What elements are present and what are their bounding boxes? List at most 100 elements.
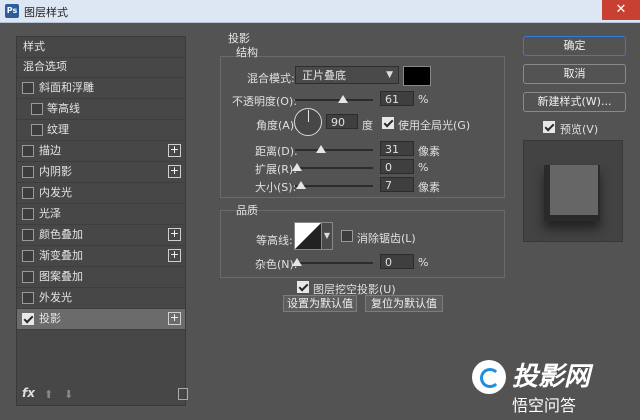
- sidebar-item-inner-glow[interactable]: 内发光: [17, 183, 185, 204]
- distance-slider-track[interactable]: [295, 149, 373, 151]
- noise-unit: %: [418, 256, 429, 269]
- blend-mode-value: 正片叠底: [302, 69, 346, 82]
- sidebar-item-color-overlay[interactable]: 颜色叠加 +: [17, 225, 185, 246]
- inner-glow-checkbox[interactable]: [22, 187, 34, 199]
- fx-menu-button[interactable]: fx: [22, 386, 35, 400]
- size-label: 大小(S):: [255, 181, 297, 194]
- sidebar-item-label: 混合选项: [23, 60, 67, 73]
- size-slider-thumb[interactable]: [296, 181, 306, 189]
- blend-mode-label: 混合模式:: [247, 72, 295, 85]
- spread-label: 扩展(R):: [255, 163, 297, 176]
- sidebar-item-label: 内阴影: [39, 165, 72, 178]
- texture-checkbox[interactable]: [31, 124, 43, 136]
- new-style-button[interactable]: 新建样式(W)...: [523, 92, 626, 112]
- contour-preview[interactable]: [294, 222, 322, 250]
- opacity-slider-track[interactable]: [295, 99, 373, 101]
- opacity-label: 不透明度(O):: [232, 95, 297, 108]
- sidebar-item-styles[interactable]: 样式: [17, 37, 185, 58]
- sidebar-item-stroke[interactable]: 描边 +: [17, 141, 185, 162]
- spread-input[interactable]: 0: [380, 159, 414, 174]
- watermark: 投影网 悟空问答: [468, 352, 638, 418]
- add-drop-shadow-icon[interactable]: +: [168, 312, 181, 325]
- distance-unit: 像素: [418, 145, 440, 158]
- sidebar-item-pattern-overlay[interactable]: 图案叠加: [17, 267, 185, 288]
- reset-default-button[interactable]: 复位为默认值: [365, 295, 443, 312]
- contour-checkbox[interactable]: [31, 103, 43, 115]
- angle-dial[interactable]: [294, 108, 322, 136]
- watermark-line2: 悟空问答: [512, 396, 577, 415]
- angle-indicator: [308, 110, 309, 122]
- watermark-line1: 投影网: [512, 362, 591, 392]
- sidebar-item-outer-glow[interactable]: 外发光: [17, 288, 185, 309]
- stroke-checkbox[interactable]: [22, 145, 34, 157]
- noise-slider-thumb[interactable]: [292, 258, 302, 266]
- opacity-unit: %: [418, 93, 429, 106]
- global-light-checkbox[interactable]: [382, 117, 394, 129]
- opacity-slider-thumb[interactable]: [337, 95, 348, 103]
- title-bar: Ps 图层样式 ✕: [0, 0, 640, 23]
- noise-input[interactable]: 0: [380, 254, 414, 269]
- spread-unit: %: [418, 161, 429, 174]
- quality-title: 品质: [236, 204, 258, 217]
- shadow-color-swatch[interactable]: [403, 66, 431, 86]
- add-stroke-icon[interactable]: +: [168, 144, 181, 157]
- sidebar-item-blending-options[interactable]: 混合选项: [17, 57, 185, 78]
- app-icon: Ps: [5, 4, 19, 18]
- add-inner-shadow-icon[interactable]: +: [168, 165, 181, 178]
- style-preview-thumbnail: [523, 140, 623, 242]
- antialias-checkbox[interactable]: [341, 230, 353, 242]
- contour-curve-icon: [295, 223, 321, 249]
- angle-unit: 度: [362, 119, 373, 132]
- gradient-overlay-checkbox[interactable]: [22, 250, 34, 262]
- preview-square: [550, 165, 598, 215]
- bevel-emboss-checkbox[interactable]: [22, 82, 34, 94]
- satin-checkbox[interactable]: [22, 208, 34, 220]
- color-overlay-checkbox[interactable]: [22, 229, 34, 241]
- add-color-overlay-icon[interactable]: +: [168, 228, 181, 241]
- sidebar-item-inner-shadow[interactable]: 内阴影 +: [17, 162, 185, 183]
- contour-label: 等高线:: [256, 234, 293, 247]
- cancel-button[interactable]: 取消: [523, 64, 626, 84]
- structure-title: 结构: [236, 46, 258, 59]
- pattern-overlay-checkbox[interactable]: [22, 271, 34, 283]
- noise-slider-track[interactable]: [295, 262, 373, 264]
- sidebar-item-texture[interactable]: 纹理: [17, 120, 185, 141]
- antialias-label: 消除锯齿(L): [357, 232, 416, 245]
- sidebar-item-label: 外发光: [39, 291, 72, 304]
- preview-checkbox[interactable]: [543, 121, 555, 133]
- outer-glow-checkbox[interactable]: [22, 292, 34, 304]
- add-gradient-overlay-icon[interactable]: +: [168, 249, 181, 262]
- sidebar-item-label: 描边: [39, 144, 61, 157]
- close-button[interactable]: ✕: [602, 0, 640, 20]
- ok-button[interactable]: 确定: [523, 36, 626, 56]
- sidebar-item-satin[interactable]: 光泽: [17, 204, 185, 225]
- sidebar-item-bevel-emboss[interactable]: 斜面和浮雕: [17, 78, 185, 99]
- distance-label: 距离(D):: [255, 145, 298, 158]
- move-down-icon[interactable]: ⬇: [64, 388, 73, 401]
- knockout-checkbox[interactable]: [297, 281, 309, 293]
- trash-icon[interactable]: [178, 388, 188, 400]
- angle-input[interactable]: 90: [326, 114, 358, 129]
- blend-mode-select[interactable]: 正片叠底 ▼: [295, 66, 399, 84]
- sidebar-item-label: 内发光: [39, 186, 72, 199]
- make-default-button[interactable]: 设置为默认值: [283, 295, 357, 312]
- move-up-icon[interactable]: ⬆: [44, 388, 53, 401]
- distance-input[interactable]: 31: [380, 141, 414, 156]
- sidebar-item-label: 斜面和浮雕: [39, 81, 94, 94]
- contour-dropdown-button[interactable]: ▼: [321, 222, 333, 250]
- spread-slider-track[interactable]: [295, 167, 373, 169]
- angle-label: 角度(A):: [256, 119, 298, 132]
- opacity-input[interactable]: 61: [380, 91, 414, 106]
- size-slider-track[interactable]: [295, 185, 373, 187]
- sidebar-item-gradient-overlay[interactable]: 渐变叠加 +: [17, 246, 185, 267]
- size-input[interactable]: 7: [380, 177, 414, 192]
- style-list-panel: 样式 混合选项 斜面和浮雕 等高线 纹理 描边 + 内阴影 + 内发光 光泽 颜…: [16, 36, 186, 406]
- inner-shadow-checkbox[interactable]: [22, 166, 34, 178]
- sidebar-item-contour[interactable]: 等高线: [17, 99, 185, 120]
- drop-shadow-checkbox[interactable]: [22, 313, 34, 325]
- distance-slider-thumb[interactable]: [316, 145, 326, 153]
- spread-slider-thumb[interactable]: [292, 163, 302, 171]
- sidebar-item-label: 样式: [23, 40, 45, 53]
- sidebar-item-drop-shadow[interactable]: 投影 +: [17, 309, 185, 330]
- window-title: 图层样式: [24, 6, 68, 19]
